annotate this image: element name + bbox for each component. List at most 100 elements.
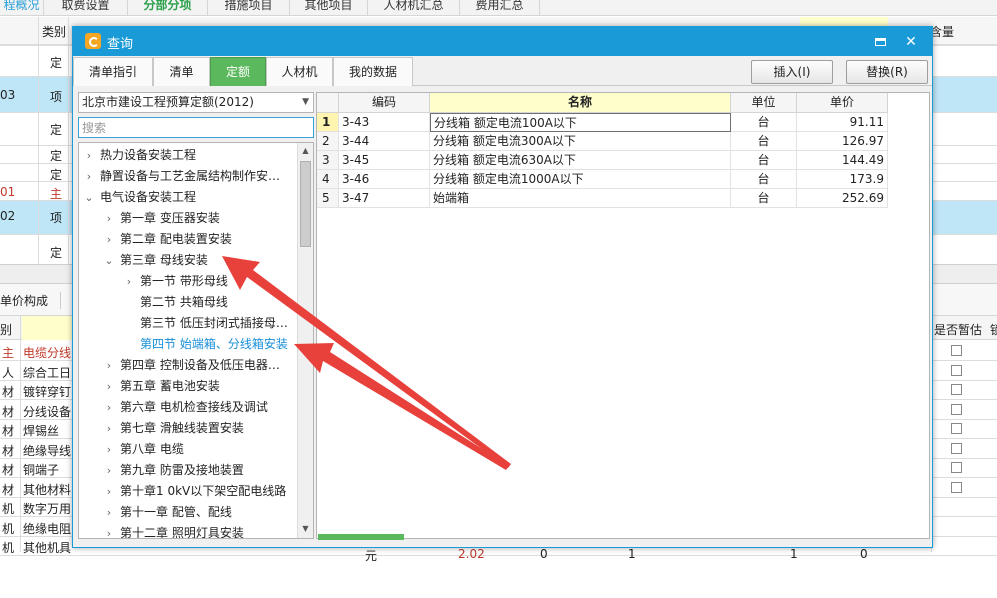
provisional-checkbox[interactable] [951, 442, 962, 454]
main-tab-measures[interactable]: 措施项目 [208, 0, 290, 16]
tab-my-data[interactable]: 我的数据 [333, 57, 413, 86]
lower-row-type: 主 [2, 346, 15, 360]
tree-scrollbar[interactable]: ▲ ▼ [297, 143, 313, 538]
tree-node[interactable]: › 第四章 控制设备及低压电器… [102, 355, 280, 376]
lower-row-partial-value: 2.02 [458, 547, 485, 561]
table-cell-no[interactable]: 4 [317, 170, 339, 189]
table-cell-unit[interactable]: 台 [731, 151, 797, 170]
maximize-icon[interactable] [870, 31, 892, 53]
chevron-right-icon[interactable]: › [102, 229, 116, 250]
provisional-checkbox[interactable] [951, 403, 962, 415]
chevron-right-icon[interactable]: › [102, 502, 116, 523]
provisional-checkbox[interactable] [951, 481, 962, 493]
tree-node[interactable]: › 第八章 电缆 [102, 439, 184, 460]
chevron-right-icon[interactable]: › [102, 418, 116, 439]
tab-quota[interactable]: 定额 [210, 57, 266, 86]
main-tab-other[interactable]: 其他项目 [290, 0, 368, 16]
tree-node-label: 第三章 母线安装 [120, 253, 208, 267]
provisional-checkbox[interactable] [951, 423, 962, 434]
chevron-right-icon[interactable]: › [102, 397, 116, 418]
table-cell-code[interactable]: 3-45 [339, 151, 430, 170]
insert-button[interactable]: 插入(I) [751, 60, 833, 84]
main-tab-costs[interactable]: 费用汇总 [460, 0, 540, 16]
chevron-down-icon[interactable]: ⌄ [82, 187, 96, 208]
provisional-checkbox[interactable] [951, 462, 962, 473]
provisional-checkbox[interactable] [951, 384, 962, 395]
tree-node[interactable]: › 第五章 蓄电池安装 [102, 376, 220, 397]
table-cell-no[interactable]: 5 [317, 189, 339, 208]
scrollbar-thumb[interactable] [300, 161, 311, 247]
tree-node[interactable]: › 第六章 电机检查接线及调试 [102, 397, 268, 418]
tab-resources[interactable]: 人材机 [266, 57, 333, 86]
tree-node[interactable]: ⌄ 第三章 母线安装 [102, 250, 208, 271]
lower-row-type: 材 [2, 443, 15, 458]
table-cell-no[interactable]: 2 [317, 132, 339, 151]
tree-node[interactable]: 第二节 共箱母线 [122, 292, 228, 313]
tree-node[interactable]: 第四节 始端箱、分线箱安装 [122, 334, 288, 355]
table-cell-price[interactable]: 91.11 [797, 113, 888, 132]
chevron-right-icon[interactable]: › [82, 145, 96, 166]
tree-node[interactable]: 第三节 低压封闭式插接母… [122, 313, 288, 334]
table-cell-unit[interactable]: 台 [731, 132, 797, 151]
tree-node[interactable]: › 第七章 滑触线装置安装 [102, 418, 244, 439]
dialog-titlebar[interactable]: 查询 ✕ [73, 27, 932, 56]
tree-node[interactable]: › 第九章 防雷及接地装置 [102, 460, 244, 481]
lower-row-partial-value: 元 [365, 549, 378, 563]
tab-list[interactable]: 清单 [153, 57, 210, 86]
table-cell-name[interactable]: 始端箱 [430, 189, 731, 208]
chevron-right-icon[interactable]: › [102, 523, 116, 538]
scroll-up-icon[interactable]: ▲ [298, 143, 313, 159]
table-cell-unit[interactable]: 台 [731, 113, 797, 132]
tree-node[interactable]: › 第十一章 配管、配线 [102, 502, 232, 523]
main-tab-items[interactable]: 分部分项 [128, 0, 208, 16]
table-cell-price[interactable]: 144.49 [797, 151, 888, 170]
main-tab-resources[interactable]: 人材机汇总 [368, 0, 460, 16]
scroll-down-icon[interactable]: ▼ [298, 521, 313, 537]
table-cell-name[interactable]: 分线箱 额定电流630A以下 [430, 151, 731, 170]
chevron-down-icon[interactable]: ⌄ [102, 250, 116, 271]
search-input[interactable] [78, 117, 314, 138]
table-cell-name[interactable]: 分线箱 额定电流100A以下 [430, 113, 731, 132]
main-tab-fee-settings[interactable]: 取费设置 [44, 0, 128, 16]
tree-node[interactable]: › 第二章 配电装置安装 [102, 229, 232, 250]
chevron-right-icon[interactable]: › [102, 481, 116, 502]
chevron-right-icon[interactable]: › [102, 208, 116, 229]
table-cell-name[interactable]: 分线箱 额定电流1000A以下 [430, 170, 731, 189]
chevron-right-icon[interactable]: › [102, 376, 116, 397]
quota-library-select[interactable]: 北京市建设工程预算定额(2012) ▼ [78, 92, 314, 113]
chevron-right-icon[interactable]: › [102, 439, 116, 460]
table-cell-unit[interactable]: 台 [731, 170, 797, 189]
tree-node[interactable]: › 第十二章 照明灯具安装 [102, 523, 244, 538]
provisional-checkbox[interactable] [951, 364, 962, 376]
table-cell-code[interactable]: 3-46 [339, 170, 430, 189]
tree-node[interactable]: › 第十章1 0kV以下架空配电线路 [102, 481, 286, 502]
tree-node[interactable]: ⌄ 电气设备安装工程 [82, 187, 196, 208]
tree-node-label: 第七章 滑触线装置安装 [120, 421, 244, 435]
table-cell-price[interactable]: 126.97 [797, 132, 888, 151]
tree-node[interactable]: › 静置设备与工艺金属结构制作安… [82, 166, 280, 187]
table-cell-name[interactable]: 分线箱 额定电流300A以下 [430, 132, 731, 151]
chevron-right-icon[interactable]: › [82, 166, 96, 187]
tab-price-composition[interactable]: 单价构成 [0, 292, 62, 309]
tab-list-guide[interactable]: 清单指引 [73, 57, 153, 86]
main-tab-overview[interactable]: 程概况 [0, 0, 44, 16]
chevron-right-icon[interactable]: › [102, 460, 116, 481]
tree-node[interactable]: › 第一节 带形母线 [122, 271, 228, 292]
table-cell-price[interactable]: 173.9 [797, 170, 888, 189]
grid-resize-handle[interactable] [318, 534, 404, 540]
table-cell-code[interactable]: 3-43 [339, 113, 430, 132]
provisional-checkbox[interactable] [951, 345, 962, 356]
close-icon[interactable]: ✕ [900, 31, 922, 53]
table-cell-price[interactable]: 252.69 [797, 189, 888, 208]
table-cell-no[interactable]: 3 [317, 151, 339, 170]
replace-button[interactable]: 替换(R) [846, 60, 928, 84]
tree-node[interactable]: › 第一章 变压器安装 [102, 208, 220, 229]
table-cell-code[interactable]: 3-44 [339, 132, 430, 151]
chevron-right-icon[interactable]: › [122, 271, 136, 292]
quota-library-value: 北京市建设工程预算定额(2012) [82, 95, 254, 109]
table-cell-code[interactable]: 3-47 [339, 189, 430, 208]
table-cell-unit[interactable]: 台 [731, 189, 797, 208]
chevron-right-icon[interactable]: › [102, 355, 116, 376]
tree-node[interactable]: › 热力设备安装工程 [82, 145, 196, 166]
table-cell-no[interactable]: 1 [317, 113, 339, 132]
